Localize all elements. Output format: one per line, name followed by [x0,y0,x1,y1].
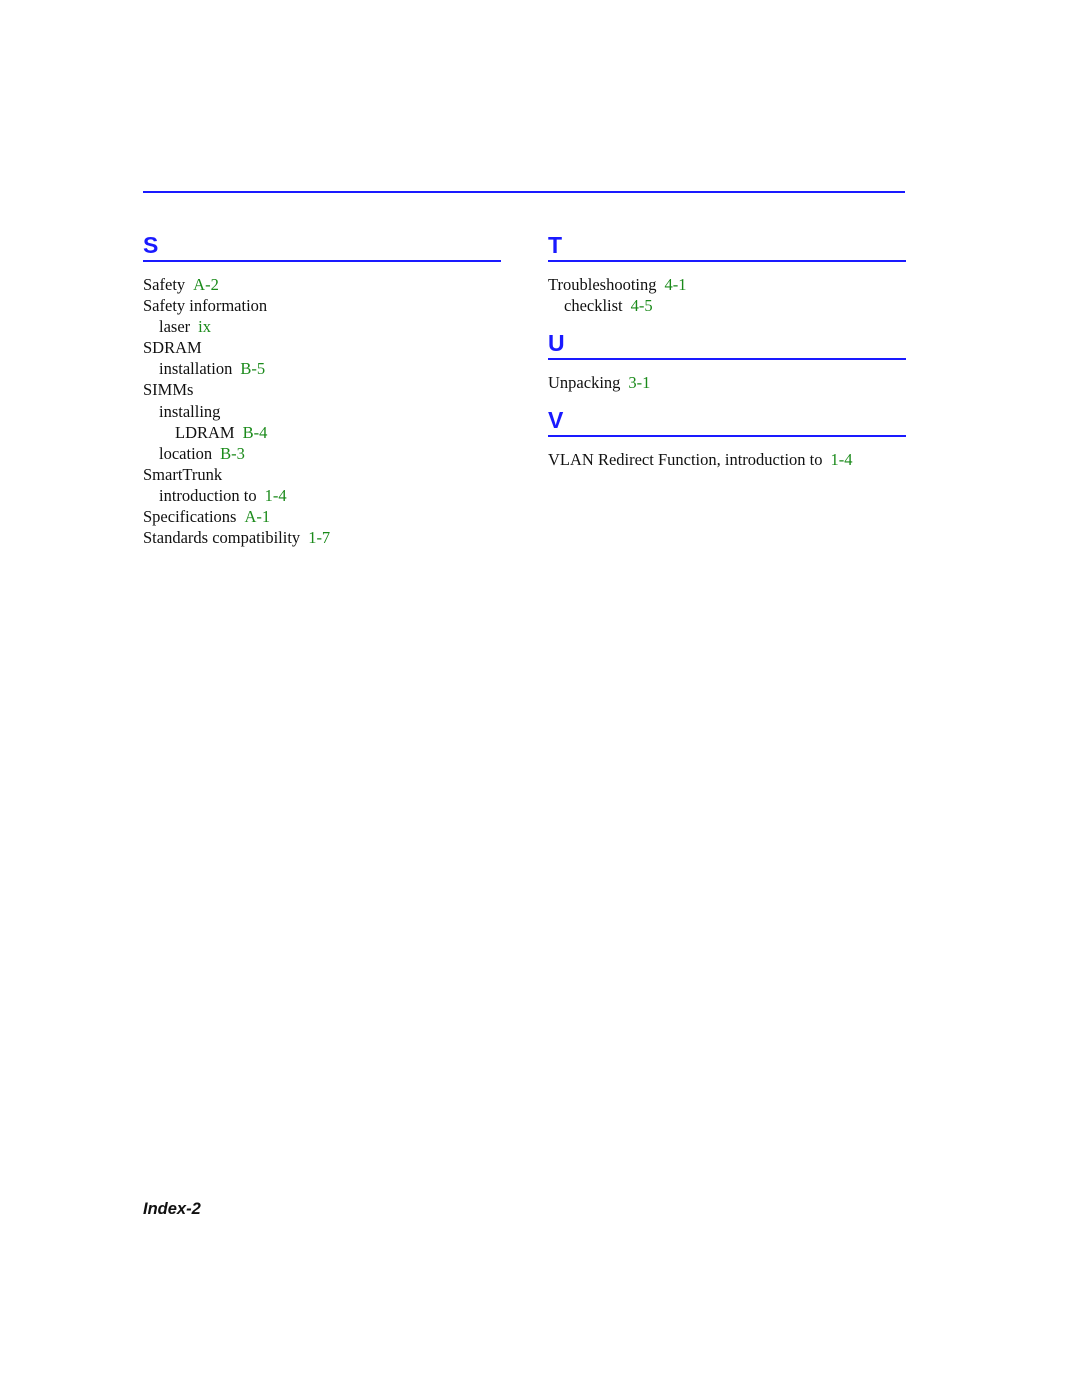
entry-term: Unpacking [548,373,621,393]
index-entry: SIMMs [143,379,501,400]
index-entry: VLAN Redirect Function, introduction to 1… [548,449,906,470]
section-rule [143,260,501,262]
entry-term: installation [159,359,233,379]
entry-term: Standards compatibility [143,528,301,548]
entry-term: Specifications [143,507,237,527]
index-entry: SmartTrunk [143,464,501,485]
entry-term: introduction to [159,485,257,505]
section-rule [548,358,906,361]
section-letter-t: T [548,232,563,258]
section-rule [548,435,906,438]
entry-term: VLAN Redirect Function, introduction to [548,450,823,470]
index-entry: SDRAM [143,337,501,358]
section-letter-v: V [548,407,564,434]
index-entry: Specifications A-1 [143,506,501,527]
index-entry: Standards compatibility 1-7 [143,527,501,548]
index-subentry: location B-3 [143,443,501,464]
index-entry: Safety information [143,295,501,316]
entry-term: Safety [143,275,186,294]
section-rule [548,260,906,262]
page-ref-link[interactable]: 1-7 [308,528,330,547]
index-column-right: T Troubleshooting 4-1 checklist 4-5 U Unpa… [548,230,906,482]
entry-term: location [159,443,213,463]
top-rule [143,191,905,193]
index-section-s: S Safety A-2 Safety information laser ix S… [143,230,501,548]
section-letter-u: U [548,330,565,357]
entry-term: checklist [564,296,623,316]
entry-term: installing [159,401,221,421]
page-ref-link[interactable]: B-5 [240,359,265,378]
page-ref-link[interactable]: 1-4 [831,450,853,469]
index-entry: Safety A-2 [143,274,501,295]
entry-term: LDRAM [175,422,235,442]
entry-term: Troubleshooting [548,275,657,294]
page-ref-link[interactable]: 4-1 [665,275,687,294]
page-ref-link[interactable]: ix [198,317,211,336]
entry-term: Safety information [143,296,268,316]
index-entry: Troubleshooting 4-1 [548,274,906,295]
index-subentry: laser ix [143,316,501,337]
index-subentry: installation B-5 [143,358,501,379]
entry-term: SmartTrunk [143,464,223,484]
page-ref-link[interactable]: 4-5 [631,296,653,315]
index-section-u: U Unpacking 3-1 [548,328,906,393]
entry-term: laser [159,317,191,337]
page-ref-link[interactable]: B-4 [243,423,268,442]
index-column-left: S Safety A-2 Safety information laser ix S… [143,230,501,560]
index-subentry: checklist 4-5 [548,295,906,316]
section-letter-s: S [143,232,159,258]
index-section-v: V VLAN Redirect Function, introduction t… [548,405,906,470]
index-entry: Unpacking 3-1 [548,372,906,393]
page-ref-link[interactable]: 1-4 [265,486,287,505]
page-ref-link[interactable]: A-2 [193,275,219,294]
index-subsubentry: LDRAM B-4 [143,422,501,443]
page-ref-link[interactable]: A-1 [244,507,270,526]
page-ref-link[interactable]: 3-1 [628,373,650,392]
entry-term: SDRAM [143,338,202,358]
entry-term: SIMMs [143,380,194,400]
index-section-t: T Troubleshooting 4-1 checklist 4-5 [548,230,906,316]
index-subentry: installing [143,401,501,422]
index-subentry: introduction to 1-4 [143,485,501,506]
page-number-footer: Index-2 [143,1200,201,1218]
page-ref-link[interactable]: B-3 [220,444,245,463]
